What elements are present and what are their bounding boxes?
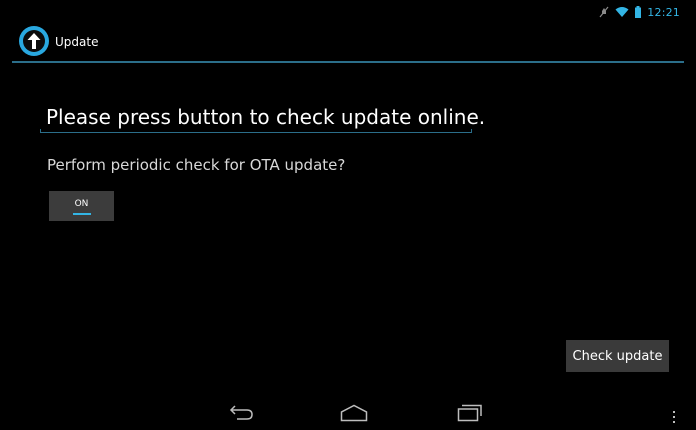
headline-underline	[40, 129, 472, 133]
update-arrow-icon[interactable]	[19, 26, 49, 56]
periodic-check-toggle[interactable]: ON	[49, 191, 114, 221]
battery-icon	[635, 3, 642, 22]
status-icons: 12:21	[599, 5, 680, 19]
home-icon[interactable]	[340, 404, 368, 426]
toggle-indicator	[72, 213, 91, 215]
status-time: 12:21	[647, 5, 680, 19]
recent-apps-icon[interactable]	[457, 404, 483, 426]
check-update-button[interactable]: Check update	[566, 340, 669, 372]
status-bar: 12:21	[12, 0, 684, 24]
silent-icon	[599, 3, 609, 22]
update-status-text: Please press button to check update onli…	[46, 105, 486, 129]
toggle-label: ON	[74, 199, 89, 209]
menu-icon[interactable]	[672, 408, 676, 427]
app-title: Update	[55, 35, 99, 49]
back-icon[interactable]	[229, 404, 255, 426]
action-bar: Update	[12, 24, 684, 63]
screen: 12:21 Update Please press button to chec…	[12, 0, 684, 430]
navigation-bar	[12, 396, 684, 430]
wifi-icon	[615, 3, 629, 22]
periodic-check-label: Perform periodic check for OTA update?	[47, 156, 346, 174]
